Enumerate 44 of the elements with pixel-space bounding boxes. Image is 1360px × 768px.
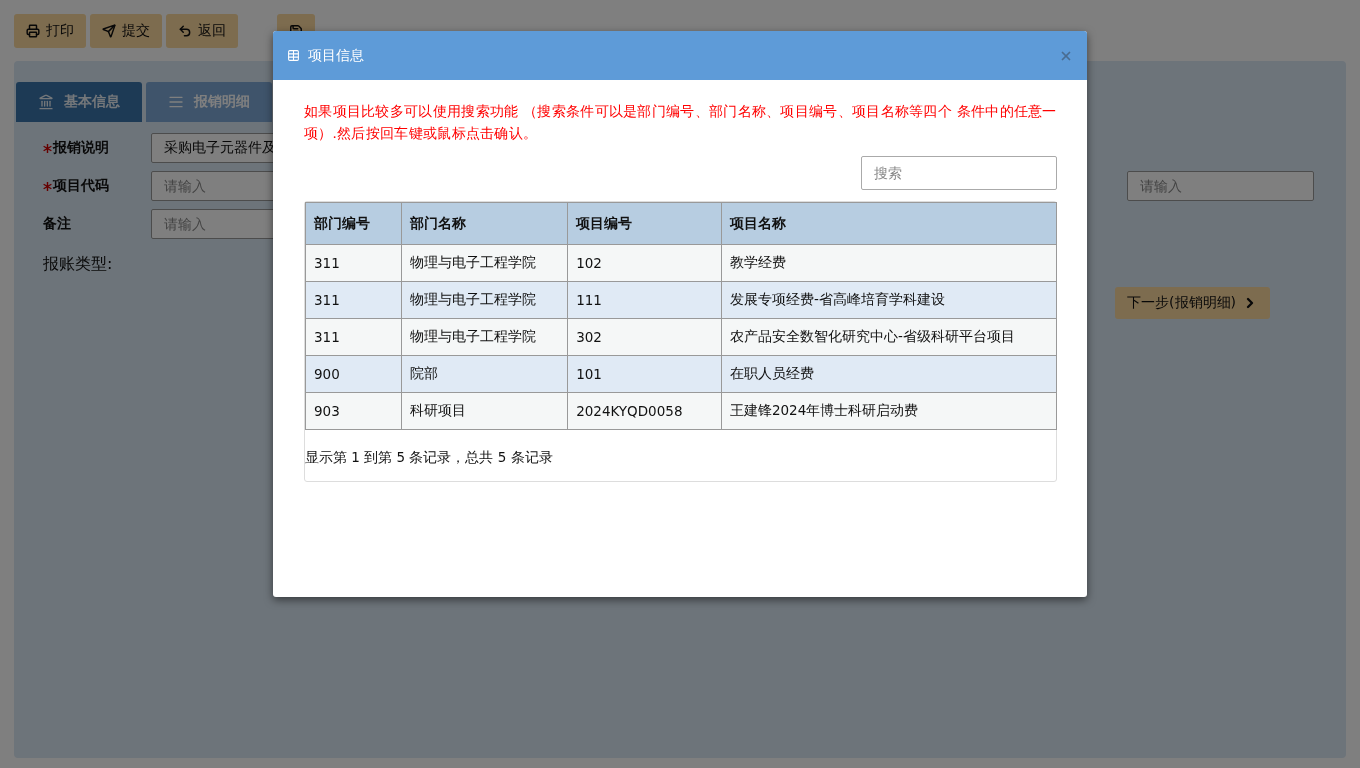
table-cell: 教学经费 [721,244,1057,282]
toolbar-button[interactable]: 打印 [14,14,86,48]
column-header: 部门名称 [401,202,568,245]
table-cell: 科研项目 [401,392,568,430]
text-field[interactable]: 请输入 [1127,171,1314,201]
table-cell: 903 [305,392,402,430]
search-field[interactable]: 搜索 [861,156,1057,190]
column-header: 部门编号 [305,202,402,245]
table-cell: 311 [305,318,402,356]
print-icon [26,24,40,38]
table-cell: 物理与电子工程学院 [401,244,568,282]
table-cell: 311 [305,244,402,282]
field-label: 报销说明 [43,133,151,163]
field-label: 项目代码 [43,171,151,201]
table-cell: 101 [567,355,722,393]
column-header: 项目编号 [567,202,722,245]
table-cell: 2024KYQD0058 [567,392,722,430]
send-icon [102,24,116,38]
column-header: 项目名称 [721,202,1057,245]
table-cell: 102 [567,244,722,282]
table-cell: 900 [305,355,402,393]
toolbar-button[interactable]: 提交 [90,14,162,48]
list-icon [168,94,184,110]
bank-icon [38,94,54,110]
table-cell: 农产品安全数智化研究中心-省级科研平台项目 [721,318,1057,356]
table-cell: 311 [305,281,402,319]
table-icon [287,49,300,62]
table-cell: 发展专项经费-省高峰培育学科建设 [721,281,1057,319]
table-cell: 王建锋2024年博士科研启动费 [721,392,1057,430]
table-cell: 302 [567,318,722,356]
table-cell: 在职人员经费 [721,355,1057,393]
table-cell: 111 [567,281,722,319]
field-label: 备注 [43,214,72,233]
notice-text: 如果项目比较多可以使用搜索功能 （搜索条件可以是部门编号、部门名称、项目编号、项目名称等四个 条件中的任意一项）.然后按回车键或鼠标点击确认。 [304,102,1057,143]
table-cell: 物理与电子工程学院 [401,318,568,356]
type-label: 报账类型: [43,254,113,275]
table-cell: 物理与电子工程学院 [401,281,568,319]
tab[interactable]: 基本信息 [16,82,142,122]
next-step-button[interactable]: 下一步(报销明细) [1115,287,1270,319]
dialog-title: 项目信息 [308,46,365,65]
toolbar-button[interactable]: 返回 [166,14,238,48]
back-icon [178,24,192,38]
record-count: 显示第 1 到第 5 条记录，总共 5 条记录 [305,448,554,467]
table-cell: 院部 [401,355,568,393]
